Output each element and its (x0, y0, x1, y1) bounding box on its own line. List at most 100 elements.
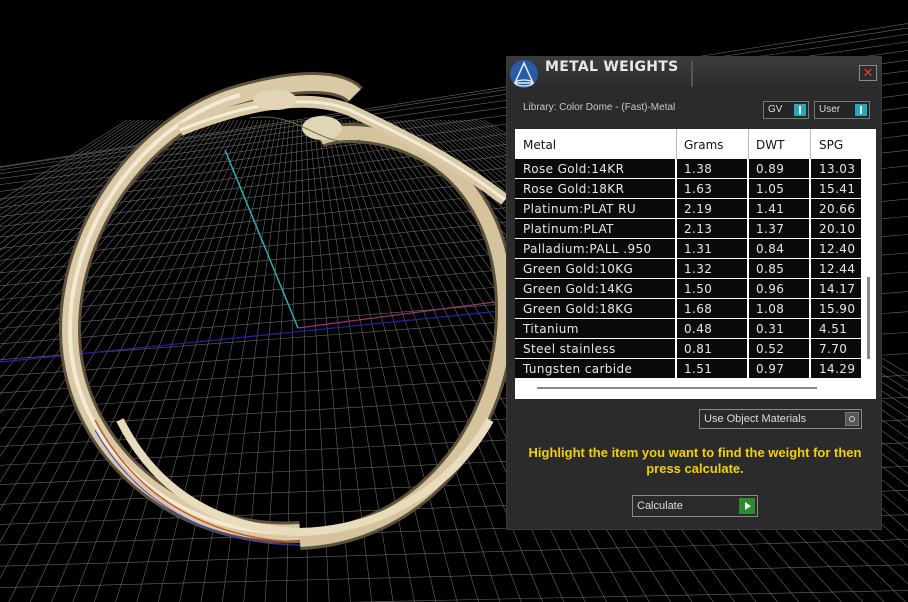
column-divider (675, 279, 677, 298)
column-divider (747, 259, 749, 278)
column-divider (747, 359, 749, 378)
user-toggle-label: User (819, 104, 841, 115)
gv-toggle-label: GV (768, 104, 783, 115)
cell-metal: Platinum:PLAT (523, 222, 614, 236)
grid-line (345, 590, 908, 602)
table-row[interactable]: Steel stainless 0.81 0.52 7.70 (515, 339, 861, 359)
column-divider (809, 299, 811, 318)
cell-spg: 4.51 (819, 322, 848, 336)
column-divider (747, 279, 749, 298)
table-row[interactable]: Rose Gold:18KR 1.63 1.05 15.41 (515, 179, 861, 199)
column-divider (809, 159, 811, 178)
use-object-materials-label: Use Object Materials (704, 413, 807, 425)
cell-grams: 2.13 (684, 222, 713, 236)
z-axis-line (224, 149, 299, 329)
ring-model[interactable] (58, 72, 516, 550)
cell-grams: 2.19 (684, 202, 713, 216)
cell-spg: 20.10 (819, 222, 856, 236)
table-body: Rose Gold:14KR 1.38 0.89 13.03 Rose Gold:18K… (515, 159, 861, 379)
column-divider (675, 159, 677, 178)
grid-line (0, 564, 908, 588)
library-label: Library: Color Dome - (Fast)-Metal (523, 102, 676, 113)
horizontal-scrollbar[interactable] (515, 379, 861, 399)
column-divider (675, 319, 677, 338)
table-row[interactable]: Green Gold:14KG 1.50 0.96 14.17 (515, 279, 861, 299)
table-row[interactable]: Green Gold:10KG 1.32 0.85 12.44 (515, 259, 861, 279)
header-spg[interactable]: SPG (819, 138, 843, 152)
cell-dwt: 0.89 (756, 162, 785, 176)
grid-line (0, 539, 908, 567)
table-row[interactable]: Rose Gold:14KR 1.38 0.89 13.03 (515, 159, 861, 179)
cell-metal: Rose Gold:14KR (523, 162, 625, 176)
user-toggle[interactable]: User (814, 101, 870, 119)
cone-app-icon (510, 60, 538, 88)
cell-dwt: 0.52 (756, 342, 785, 356)
vertical-scroll-thumb[interactable] (867, 277, 870, 359)
column-divider (809, 359, 811, 378)
column-divider (747, 159, 749, 178)
instruction-text: Highlight the item you want to find the … (528, 445, 862, 476)
grid-line (0, 119, 199, 336)
use-object-materials-toggle[interactable]: Use Object Materials (699, 409, 862, 429)
table-row[interactable]: Green Gold:18KG 1.68 1.08 15.90 (515, 299, 861, 319)
table-row[interactable]: Tungsten carbide 1.51 0.97 14.29 (515, 359, 861, 379)
radio-icon (845, 412, 859, 426)
cell-spg: 20.66 (819, 202, 856, 216)
cell-metal: Titanium (523, 322, 579, 336)
column-divider (675, 219, 677, 238)
column-divider (675, 179, 677, 198)
table-row[interactable]: Titanium 0.48 0.31 4.51 (515, 319, 861, 339)
cell-spg: 15.90 (819, 302, 856, 316)
column-divider (809, 319, 811, 338)
close-button[interactable]: ✕ (859, 65, 877, 81)
cell-dwt: 0.96 (756, 282, 785, 296)
header-dwt[interactable]: DWT (756, 138, 784, 152)
panel-titlebar[interactable]: METAL WEIGHTS ✕ (507, 57, 881, 90)
header-metal[interactable]: Metal (523, 138, 556, 152)
vertical-scrollbar[interactable] (861, 129, 876, 399)
horizontal-scroll-thumb[interactable] (537, 387, 817, 389)
metal-table[interactable]: Metal Grams DWT SPG Rose Gold:14KR 1.38 0.… (515, 129, 876, 399)
panel-title: METAL WEIGHTS (545, 59, 679, 75)
cell-dwt: 0.31 (756, 322, 785, 336)
column-divider (809, 279, 811, 298)
column-divider (675, 299, 677, 318)
toggle-knob-icon (794, 104, 806, 116)
cell-spg: 15.41 (819, 182, 856, 196)
cell-metal: Rose Gold:18KR (523, 182, 625, 196)
cell-metal: Green Gold:18KG (523, 302, 634, 316)
cell-dwt: 0.84 (756, 242, 785, 256)
table-row[interactable]: Palladium:PALL .950 1.31 0.84 12.40 (515, 239, 861, 259)
cell-grams: 1.63 (684, 182, 713, 196)
header-grams[interactable]: Grams (684, 138, 724, 152)
cell-spg: 14.29 (819, 362, 856, 376)
cell-dwt: 1.37 (756, 222, 785, 236)
grid-line (0, 119, 191, 312)
cell-grams: 1.31 (684, 242, 713, 256)
grid-line (0, 119, 187, 302)
column-divider (747, 179, 749, 198)
calculate-button[interactable]: Calculate (632, 495, 758, 517)
column-divider (748, 129, 749, 159)
column-divider (809, 259, 811, 278)
column-divider (809, 199, 811, 218)
table-row[interactable]: Platinum:PLAT RU 2.19 1.41 20.66 (515, 199, 861, 219)
cell-spg: 7.70 (819, 342, 848, 356)
column-divider (675, 339, 677, 358)
cell-spg: 13.03 (819, 162, 856, 176)
column-divider (675, 199, 677, 218)
cell-grams: 1.32 (684, 262, 713, 276)
column-divider (747, 299, 749, 318)
column-divider (747, 199, 749, 218)
cell-dwt: 1.05 (756, 182, 785, 196)
column-divider (809, 179, 811, 198)
cell-grams: 0.48 (684, 322, 713, 336)
column-divider (675, 239, 677, 258)
cell-metal: Steel stainless (523, 342, 616, 356)
column-divider (747, 239, 749, 258)
table-row[interactable]: Platinum:PLAT 2.13 1.37 20.10 (515, 219, 861, 239)
cell-metal: Palladium:PALL .950 (523, 242, 652, 256)
gv-toggle[interactable]: GV (763, 101, 809, 119)
grid-line (0, 119, 183, 292)
play-icon (739, 498, 755, 514)
